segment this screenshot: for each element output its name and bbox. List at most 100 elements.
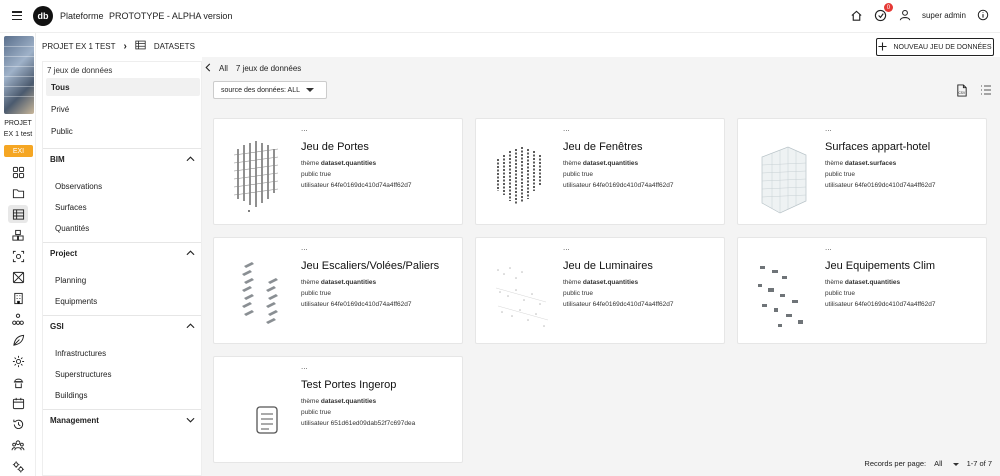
filter-sidebar: 7 jeux de données Tous Privé Public BIM … (42, 61, 202, 476)
csv-export-icon[interactable]: CSV (956, 84, 968, 99)
content-header: All 7 jeux de données (205, 63, 301, 74)
scan-icon[interactable] (8, 247, 28, 265)
filter-superstructures[interactable]: Superstructures (55, 370, 111, 379)
card-title: Jeu Escaliers/Volées/Paliers (301, 260, 440, 272)
dataset-preview-hvac (748, 248, 816, 334)
filter-quantites[interactable]: Quantités (55, 224, 89, 233)
card-menu[interactable]: ... (825, 243, 832, 252)
user-name[interactable]: super admin (922, 11, 966, 20)
app-name: Plateforme (60, 11, 104, 21)
chevron-up-icon (186, 322, 195, 331)
chevron-up-icon (186, 249, 195, 258)
card-meta: thème dataset.quantities public true uti… (301, 279, 412, 308)
card-menu[interactable]: ... (825, 124, 832, 133)
pagination-range: 1-7 of 7 (966, 459, 992, 468)
folder-icon[interactable] (8, 184, 28, 202)
filter-planning[interactable]: Planning (55, 276, 86, 285)
dataset-card[interactable]: ... Jeu Equipements Clim thème dataset.q… (737, 237, 987, 344)
card-title: Surfaces appart-hotel (825, 141, 931, 153)
card-title: Jeu de Fenêtres (563, 141, 643, 153)
filter-observations[interactable]: Observations (55, 182, 102, 191)
leaf-icon[interactable] (8, 331, 28, 349)
close-box-icon[interactable] (8, 268, 28, 286)
dataset-card[interactable]: ... Surfaces appart-hotel thème dataset.… (737, 118, 987, 225)
all-link[interactable]: All (219, 64, 228, 73)
filter-surfaces[interactable]: Surfaces (55, 203, 87, 212)
card-title: Jeu de Portes (301, 141, 369, 153)
project-tag[interactable]: EXI (4, 145, 33, 157)
chevron-down-icon (186, 416, 195, 425)
card-meta: thème dataset.surfaces public true utili… (825, 160, 936, 189)
dataset-card[interactable]: Test Portes Ingerop thème dataset.quanti… (213, 356, 463, 463)
chevron-right-icon: › (123, 40, 127, 52)
divider (43, 148, 201, 149)
project-thumbnail[interactable] (4, 36, 34, 114)
dataset-card[interactable]: ... Jeu de Portes thème dataset.quantiti… (213, 118, 463, 225)
filter-infrastructures[interactable]: Infrastructures (55, 349, 106, 358)
dataset-preview-doors (224, 129, 292, 215)
card-menu[interactable]: ... (563, 243, 570, 252)
worker-icon[interactable] (8, 373, 28, 391)
filter-all[interactable]: Tous (46, 78, 200, 96)
plus-icon (878, 41, 888, 53)
info-icon[interactable] (976, 8, 990, 22)
breadcrumb: PROJET EX 1 TEST › DATASETS (42, 40, 195, 52)
datasets-icon[interactable] (8, 205, 28, 223)
filter-private[interactable]: Privé (46, 100, 200, 118)
divider (43, 242, 201, 243)
network-icon[interactable] (8, 310, 28, 328)
building-icon[interactable] (8, 289, 28, 307)
card-meta: thème dataset.quantities public true uti… (563, 279, 674, 308)
notifications-icon[interactable]: 0 (874, 3, 893, 22)
group-management[interactable]: Management (50, 416, 195, 425)
card-menu[interactable]: ... (301, 243, 308, 252)
admin-settings-icon[interactable] (8, 457, 28, 475)
back-chevron-icon[interactable] (205, 63, 211, 74)
group-gsi[interactable]: GSI (50, 322, 195, 331)
user-icon[interactable] (898, 8, 912, 22)
source-filter-value: source des données: ALL (221, 86, 301, 94)
caret-down-icon (306, 88, 314, 92)
dataset-preview-placeholder (224, 367, 292, 453)
svg-text:CSV: CSV (958, 91, 966, 95)
dashboard-icon[interactable] (8, 163, 28, 181)
group-bim[interactable]: BIM (50, 155, 195, 164)
menu-icon[interactable] (12, 11, 22, 21)
filter-equipments[interactable]: Equipments (55, 297, 97, 306)
dataset-preview-windows (486, 129, 554, 215)
filter-public[interactable]: Public (46, 122, 200, 140)
filter-buildings[interactable]: Buildings (55, 391, 87, 400)
card-title: Jeu Equipements Clim (825, 260, 936, 272)
cubes-icon[interactable] (8, 226, 28, 244)
card-menu[interactable]: ... (301, 124, 308, 133)
card-menu[interactable]: ... (563, 124, 570, 133)
users-icon[interactable] (8, 436, 28, 454)
dataset-card[interactable]: ... Jeu Escaliers/Volées/Paliers thème d… (213, 237, 463, 344)
dataset-preview-lights (486, 248, 554, 334)
calendar-icon[interactable] (8, 394, 28, 412)
group-management-label: Management (50, 416, 99, 425)
records-per-page-select[interactable]: All (934, 459, 959, 468)
project-label: PROJET EX 1 test (3, 120, 33, 138)
new-dataset-label: NOUVEAU JEU DE DONNÉES (893, 43, 992, 51)
history-icon[interactable] (8, 415, 28, 433)
icon-rail: PROJET EX 1 test EXI (0, 33, 36, 476)
dataset-card[interactable]: ... Jeu de Fenêtres thème dataset.quanti… (475, 118, 725, 225)
card-menu[interactable]: ... (301, 362, 308, 371)
dataset-count: 7 jeux de données (47, 66, 113, 75)
new-dataset-button[interactable]: NOUVEAU JEU DE DONNÉES (876, 38, 994, 56)
group-bim-label: BIM (50, 155, 65, 164)
source-filter-select[interactable]: source des données: ALL (213, 81, 327, 99)
card-title: Test Portes Ingerop (301, 379, 397, 391)
card-title: Jeu de Luminaires (563, 260, 653, 272)
app-logo[interactable]: db (33, 6, 53, 26)
home-icon[interactable] (850, 8, 864, 22)
records-per-page-label: Records per page: (864, 459, 927, 468)
breadcrumb-project[interactable]: PROJET EX 1 TEST (42, 42, 116, 51)
dataset-card[interactable]: ... Jeu de Luminaires thème dataset.quan… (475, 237, 725, 344)
list-view-icon[interactable] (980, 84, 992, 99)
settings-icon[interactable] (8, 352, 28, 370)
dataset-preview-surfaces (748, 129, 816, 215)
group-project[interactable]: Project (50, 249, 195, 258)
pagination: Records per page: All 1-7 of 7 (864, 459, 992, 468)
